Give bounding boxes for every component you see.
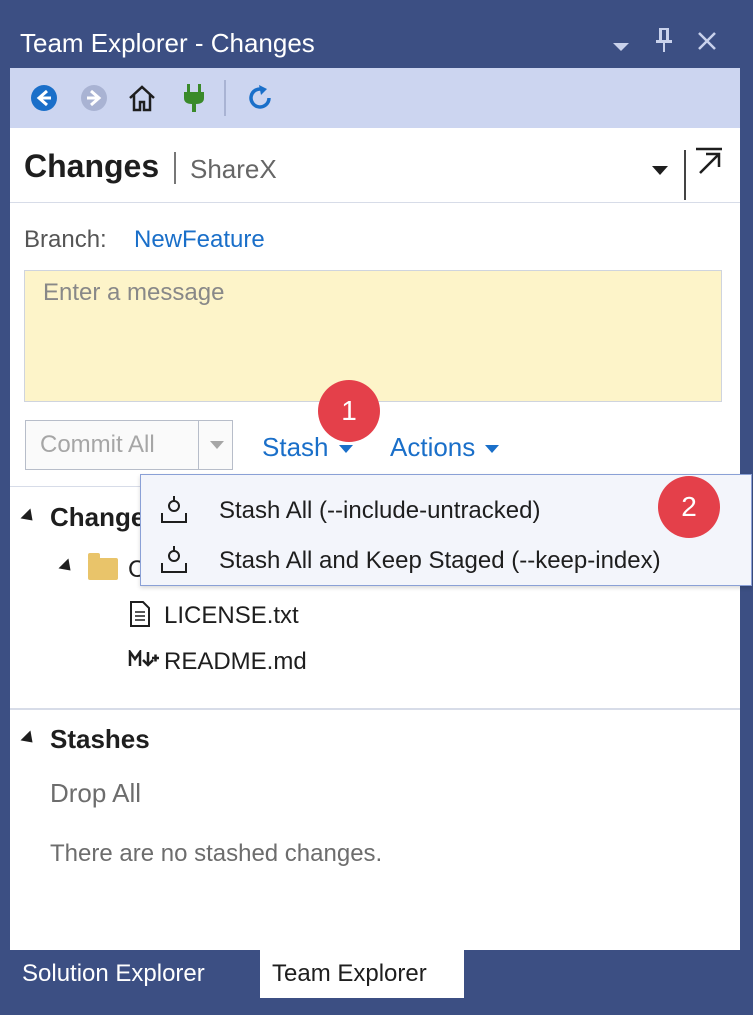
toolbar <box>10 68 740 128</box>
header-vertical-separator <box>684 150 686 200</box>
stash-chevron-down-icon <box>338 445 353 454</box>
page-dropdown-icon[interactable] <box>652 166 668 175</box>
window-title: Team Explorer - Changes <box>20 28 315 58</box>
home-icon[interactable] <box>124 80 160 116</box>
popout-icon[interactable] <box>694 146 724 181</box>
stash-icon <box>159 495 189 530</box>
file-item[interactable]: LICENSE.txt <box>164 602 299 630</box>
branch-label: Branch: <box>24 226 107 253</box>
toolbar-separator <box>224 80 226 116</box>
changes-expand-icon[interactable] <box>20 508 38 526</box>
bottom-tab-bar: Solution Explorer Team Explorer <box>10 950 740 1002</box>
repo-name: ShareX <box>190 154 277 184</box>
step-badge-1: 1 <box>318 380 380 442</box>
stash-icon <box>159 545 189 580</box>
header-separator <box>174 152 176 184</box>
commit-all-label: Commit All <box>40 431 155 458</box>
text-file-icon <box>128 600 152 633</box>
page-title: Changes <box>24 148 160 184</box>
close-icon[interactable] <box>696 30 718 59</box>
page-header: Changes ShareX <box>10 128 740 203</box>
no-stashes-message: There are no stashed changes. <box>50 840 383 867</box>
actions-dropdown-button[interactable]: Actions <box>390 432 500 463</box>
step-badge-2: 2 <box>658 476 720 538</box>
pin-icon[interactable] <box>654 26 674 61</box>
commit-split-separator <box>198 421 199 469</box>
drop-all-link[interactable]: Drop All <box>50 778 141 809</box>
menu-item-label: Stash All (--include-untracked) <box>219 497 541 524</box>
menu-item-stash-keep-staged[interactable]: Stash All and Keep Staged (--keep-index) <box>141 535 751 585</box>
window-dropdown-icon[interactable] <box>612 32 630 60</box>
connect-icon[interactable] <box>176 80 212 116</box>
back-icon[interactable] <box>26 80 62 116</box>
actions-chevron-down-icon <box>485 445 500 454</box>
forward-icon[interactable] <box>76 80 112 116</box>
title-bar: Team Explorer - Changes <box>10 16 740 68</box>
commit-message-input[interactable]: Enter a message <box>24 270 722 402</box>
refresh-icon[interactable] <box>242 80 278 116</box>
markdown-file-icon <box>128 648 160 673</box>
stashes-section-title: Stashes <box>50 724 150 754</box>
branch-link[interactable]: NewFeature <box>134 226 265 254</box>
commit-all-button: Commit All <box>25 420 233 470</box>
actions-label: Actions <box>390 432 476 462</box>
folder-expand-icon[interactable] <box>58 558 76 576</box>
tab-team-explorer[interactable]: Team Explorer <box>260 950 464 998</box>
file-item[interactable]: README.md <box>164 648 307 676</box>
stash-dropdown-menu: Stash All (--include-untracked) Stash Al… <box>140 474 752 586</box>
stash-label: Stash <box>262 432 329 462</box>
menu-item-label: Stash All and Keep Staged (--keep-index) <box>219 547 661 574</box>
folder-icon <box>88 553 118 580</box>
stashes-expand-icon[interactable] <box>20 730 38 748</box>
commit-dropdown-icon <box>210 441 224 449</box>
section-divider <box>10 708 740 710</box>
tab-solution-explorer[interactable]: Solution Explorer <box>10 950 217 998</box>
